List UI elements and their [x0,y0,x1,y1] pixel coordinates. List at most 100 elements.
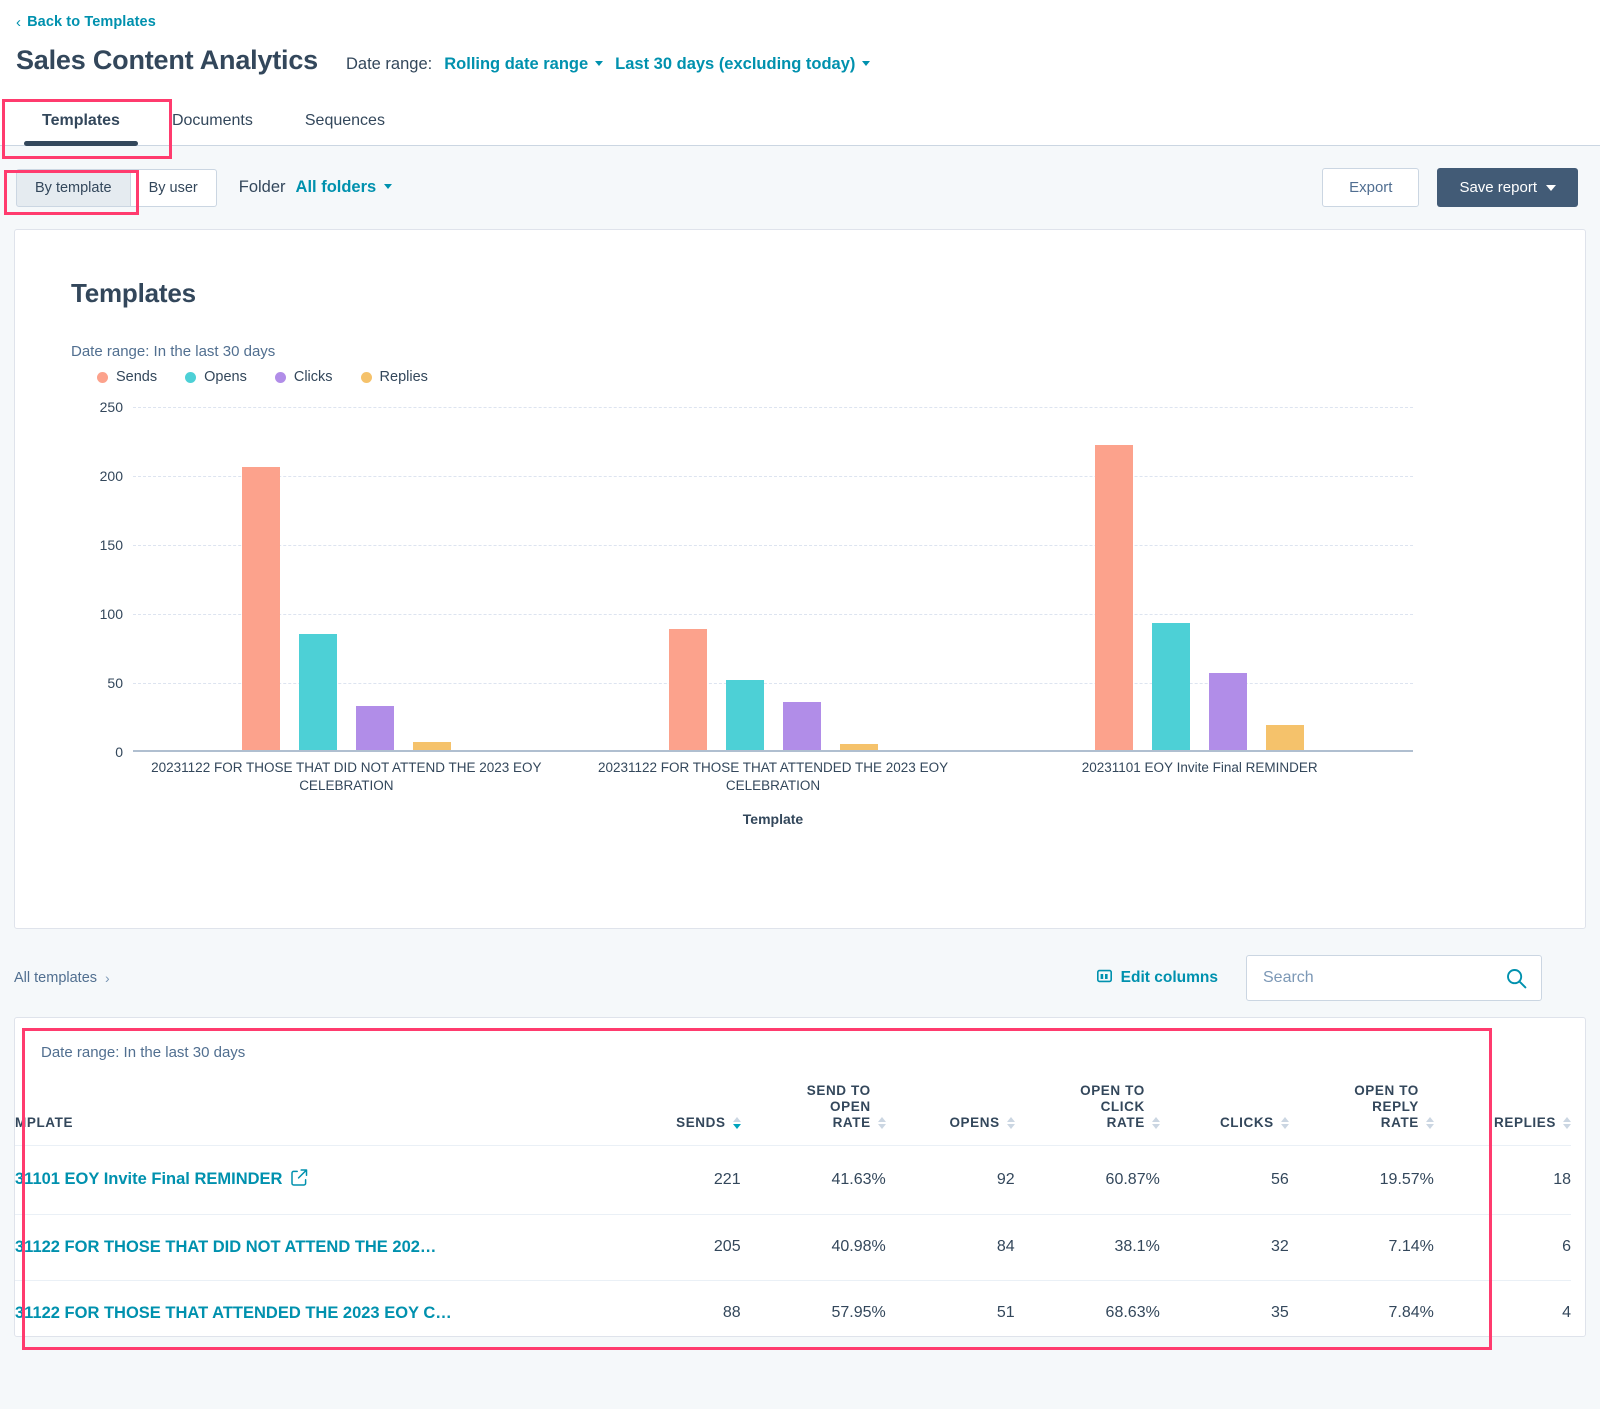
column-header-send-to-open-rate[interactable]: SEND TO OPEN RATE [740,1073,886,1146]
chevron-left-icon: ‹ [16,13,22,31]
x-axis-label: 20231122 FOR THOSE THAT DID NOT ATTEND T… [151,760,542,794]
template-link[interactable]: 31122 FOR THOSE THAT ATTENDED THE 2023 E… [15,1304,452,1323]
column-header-replies[interactable]: REPLIES [1433,1073,1571,1146]
column-header-label: OPEN TO REPLY RATE [1354,1083,1419,1130]
y-tick-250: 250 [99,399,123,415]
page-title: Sales Content Analytics [16,45,318,75]
bar-group [560,407,987,750]
sort-ascending-icon[interactable] [1280,1116,1289,1122]
export-button[interactable]: Export [1322,168,1420,207]
legend-item-sends[interactable]: Sends [97,369,157,385]
template-name-cell[interactable]: 31122 FOR THOSE THAT ATTENDED THE 2023 E… [15,1280,612,1336]
templates-table-card: Date range: In the last 30 days MPLATE SE… [14,1017,1586,1337]
sort-control[interactable] [1006,1116,1015,1131]
cell-clicks: 35 [1159,1280,1289,1336]
bar-clicks[interactable] [1209,672,1248,750]
sort-descending-icon[interactable] [1006,1123,1015,1129]
bar-opens[interactable] [725,679,764,750]
legend-dot-opens [185,371,197,383]
sort-ascending-icon[interactable] [1563,1116,1571,1122]
bar-opens[interactable] [298,634,337,750]
column-header-sends[interactable]: SENDS [611,1073,741,1146]
template-link[interactable]: 31101 EOY Invite Final REMINDER [15,1169,308,1191]
sort-descending-icon[interactable] [1563,1123,1571,1129]
by-template-button[interactable]: By template [16,168,131,207]
tab-sequences[interactable]: Sequences [279,98,411,145]
sort-descending-icon[interactable] [732,1123,741,1129]
cell-open-to-reply-rate: 7.84% [1288,1280,1434,1336]
chevron-right-icon: › [105,970,110,986]
column-header-open-to-reply-rate[interactable]: OPEN TO REPLY RATE [1288,1073,1434,1146]
search-icon[interactable] [1506,968,1527,994]
save-report-button[interactable]: Save report [1437,168,1578,207]
bar-replies[interactable] [839,744,878,750]
y-tick-200: 200 [99,468,123,484]
bar-replies[interactable] [412,741,451,750]
sort-descending-icon[interactable] [1151,1123,1160,1129]
date-range-label: Date range: [346,55,433,73]
external-link-icon[interactable] [291,1169,308,1191]
table-row: 31122 FOR THOSE THAT DID NOT ATTEND THE … [15,1214,1571,1281]
template-name-label: 31122 FOR THOSE THAT DID NOT ATTEND THE … [15,1237,437,1256]
bar-replies[interactable] [1266,725,1305,750]
sort-ascending-icon[interactable] [1006,1116,1015,1122]
sort-control[interactable] [1280,1116,1289,1131]
cell-opens: 84 [885,1214,1015,1281]
view-mode-segmented-control: By template By user [16,168,217,207]
cell-replies: 6 [1433,1214,1571,1281]
sort-ascending-icon[interactable] [732,1116,741,1122]
search-input[interactable] [1247,969,1541,987]
bar-sends[interactable] [1095,445,1134,750]
back-to-templates-link[interactable]: ‹ Back to Templates [0,14,1600,30]
sort-control[interactable] [1425,1116,1434,1131]
legend-label: Opens [204,369,247,385]
template-link[interactable]: 31122 FOR THOSE THAT DID NOT ATTEND THE … [15,1238,436,1257]
bar-opens[interactable] [1152,623,1191,750]
sort-ascending-icon[interactable] [1425,1116,1434,1122]
folder-dropdown[interactable]: All folders [296,178,393,197]
date-range-value-dropdown[interactable]: Last 30 days (excluding today) [615,55,871,74]
tab-templates[interactable]: Templates [16,98,146,146]
breadcrumb[interactable]: All templates › [14,970,110,986]
date-range-type-dropdown[interactable]: Rolling date range [444,55,604,74]
column-header-open-to-click-rate[interactable]: OPEN TO CLICK RATE [1014,1073,1160,1146]
legend-item-opens[interactable]: Opens [185,369,247,385]
template-name-cell[interactable]: 31122 FOR THOSE THAT DID NOT ATTEND THE … [15,1214,612,1281]
search-box[interactable] [1246,955,1542,1001]
cell-replies: 4 [1433,1280,1571,1336]
edit-columns-label: Edit columns [1120,969,1218,986]
sort-control[interactable] [732,1116,741,1131]
template-name-label: 31101 EOY Invite Final REMINDER [15,1170,283,1189]
sort-control[interactable] [877,1116,886,1131]
page-header: ‹ Back to Templates Sales Content Analyt… [0,0,1600,146]
tab-documents[interactable]: Documents [146,98,279,145]
bar-sends[interactable] [668,628,707,750]
cell-open-to-click-rate: 68.63% [1014,1280,1160,1336]
sort-ascending-icon[interactable] [1151,1116,1160,1122]
bar-sends[interactable] [241,467,280,750]
bar-clicks[interactable] [355,705,394,750]
edit-columns-button[interactable]: Edit columns [1096,969,1218,988]
table-head: MPLATE SENDS SEND TO OPEN RATE OPENS OPEN TO CL… [15,1073,1571,1146]
legend-item-replies[interactable]: Replies [360,369,428,385]
template-name-cell[interactable]: 31101 EOY Invite Final REMINDER [15,1145,612,1215]
sort-ascending-icon[interactable] [877,1116,886,1122]
bar-groups [133,407,1413,750]
sort-control[interactable] [1563,1116,1571,1131]
table-horizontal-scroll[interactable]: MPLATE SENDS SEND TO OPEN RATE OPENS OPEN TO CL… [15,1073,1585,1336]
bar-group [986,407,1413,750]
column-header-opens[interactable]: OPENS [885,1073,1015,1146]
column-header-clicks[interactable]: CLICKS [1159,1073,1289,1146]
bar-clicks[interactable] [782,701,821,750]
folder-dropdown-label: All folders [295,178,377,196]
legend-dot-clicks [274,371,286,383]
cell-sends: 88 [611,1280,741,1336]
column-header-label: MPLATE [15,1114,74,1130]
sort-descending-icon[interactable] [1425,1123,1434,1129]
by-user-button[interactable]: By user [130,168,217,207]
cell-clicks: 56 [1159,1145,1289,1215]
sort-control[interactable] [1151,1116,1160,1131]
sort-descending-icon[interactable] [877,1123,886,1129]
legend-item-clicks[interactable]: Clicks [274,369,333,385]
sort-descending-icon[interactable] [1280,1123,1289,1129]
